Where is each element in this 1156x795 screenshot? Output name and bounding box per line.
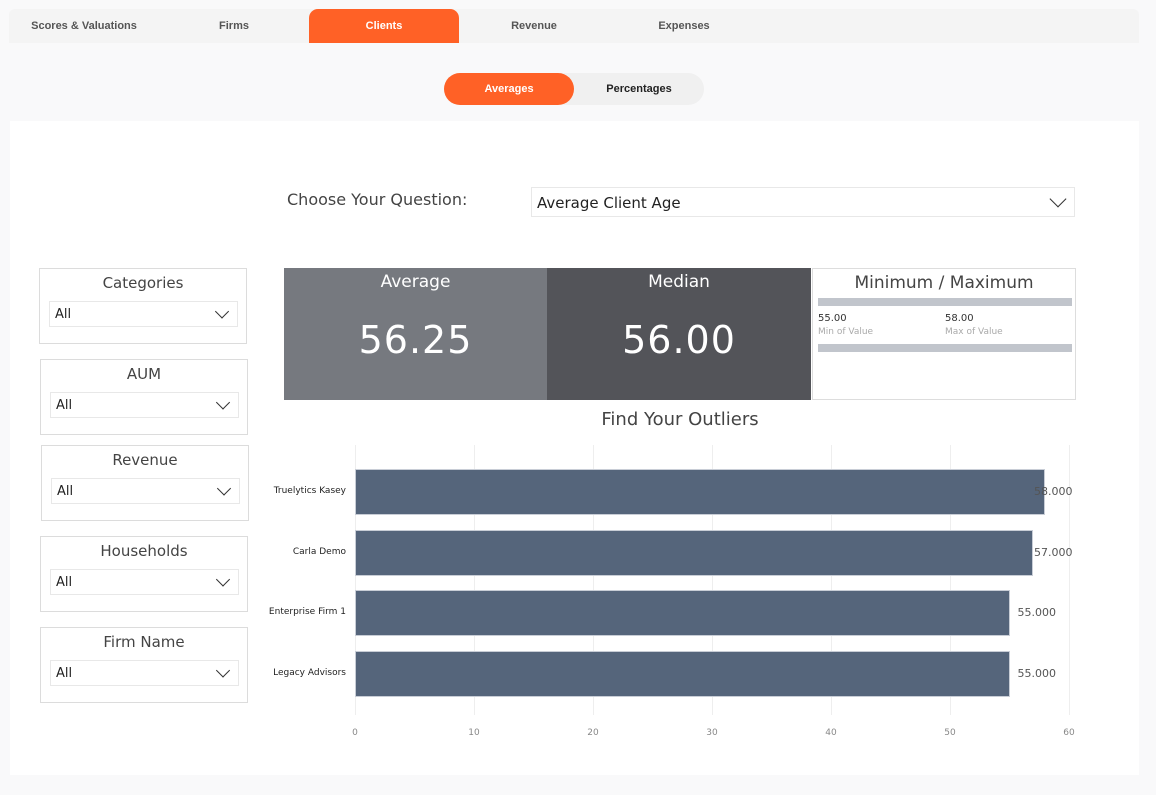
dropdown-value: All (56, 666, 73, 681)
average-card: Average 56.25 (284, 268, 547, 400)
data-label: 57.000 (1034, 546, 1073, 559)
slicer-title: Revenue (112, 451, 178, 469)
bar[interactable] (355, 590, 1010, 636)
bar[interactable] (355, 530, 1034, 576)
chevron-down-icon (215, 572, 231, 587)
slicer-households: Households All (40, 536, 248, 612)
max-label: Max of Value (945, 327, 1003, 337)
x-tick-label: 30 (706, 728, 718, 738)
slicer-categories: Categories All (39, 268, 247, 344)
dropdown-value: All (56, 398, 73, 413)
chevron-down-icon (1049, 190, 1067, 208)
data-label: 55.000 (1017, 606, 1057, 619)
slicer-title: Households (100, 542, 188, 560)
dropdown-value: All (55, 307, 72, 322)
x-tick-label: 50 (944, 728, 956, 738)
x-tick-label: 20 (587, 728, 599, 738)
firm-name-dropdown[interactable]: All (50, 660, 239, 686)
question-dropdown[interactable]: Average Client Age (531, 187, 1075, 217)
min-max-title: Minimum / Maximum (854, 273, 1034, 293)
toggle-averages[interactable]: Averages (444, 73, 574, 105)
revenue-dropdown[interactable]: All (51, 478, 240, 504)
bar[interactable] (355, 651, 1010, 697)
view-toggle: Averages Percentages (444, 73, 704, 105)
bar[interactable] (355, 469, 1046, 515)
x-tick-label: 60 (1063, 728, 1075, 738)
households-dropdown[interactable]: All (50, 569, 239, 595)
chevron-down-icon (216, 481, 232, 496)
slicer-title: Categories (102, 274, 184, 292)
tab-expenses[interactable]: Expenses (609, 9, 759, 43)
data-label: 58.000 (1034, 485, 1073, 498)
min-value: 55.00 (818, 313, 847, 324)
category-label: Carla Demo (292, 547, 346, 557)
slicer-revenue: Revenue All (41, 445, 249, 521)
data-label: 55.000 (1017, 667, 1057, 680)
slicer-title: Firm Name (103, 633, 185, 651)
chevron-down-icon (214, 304, 230, 319)
main-tab-bar: Scores & Valuations Firms Clients Revenu… (9, 9, 1139, 43)
median-card: Median 56.00 (547, 268, 811, 400)
chevron-down-icon (215, 663, 231, 678)
tab-revenue[interactable]: Revenue (459, 9, 609, 43)
chevron-down-icon (215, 395, 231, 410)
divider (818, 298, 1072, 306)
category-label: Legacy Advisors (273, 668, 346, 678)
slicer-title: AUM (126, 365, 162, 383)
aum-dropdown[interactable]: All (50, 392, 239, 418)
categories-dropdown[interactable]: All (49, 301, 238, 327)
slicer-firm-name: Firm Name All (40, 627, 248, 703)
min-max-card: Minimum / Maximum 55.00 Min of Value 58.… (812, 268, 1076, 400)
average-value: 56.25 (358, 318, 473, 362)
tab-scores-valuations[interactable]: Scores & Valuations (9, 9, 159, 43)
slicer-aum: AUM All (40, 359, 248, 435)
x-tick-label: 0 (352, 728, 358, 738)
max-value: 58.00 (945, 313, 974, 324)
x-tick-label: 10 (468, 728, 480, 738)
median-value: 56.00 (622, 318, 736, 362)
chart-title: Find Your Outliers (601, 409, 759, 430)
divider (818, 344, 1072, 352)
category-label: Enterprise Firm 1 (268, 607, 346, 617)
dropdown-value: All (56, 575, 73, 590)
toggle-percentages[interactable]: Percentages (574, 73, 704, 105)
average-title: Average (380, 272, 451, 292)
median-title: Median (648, 272, 710, 292)
x-tick-label: 40 (825, 728, 837, 738)
tab-clients[interactable]: Clients (309, 9, 459, 43)
category-label: Truelytics Kasey (273, 486, 346, 496)
question-value: Average Client Age (537, 194, 681, 212)
min-label: Min of Value (818, 327, 874, 337)
question-label: Choose Your Question: (287, 190, 468, 209)
dropdown-value: All (57, 484, 74, 499)
tab-firms[interactable]: Firms (159, 9, 309, 43)
